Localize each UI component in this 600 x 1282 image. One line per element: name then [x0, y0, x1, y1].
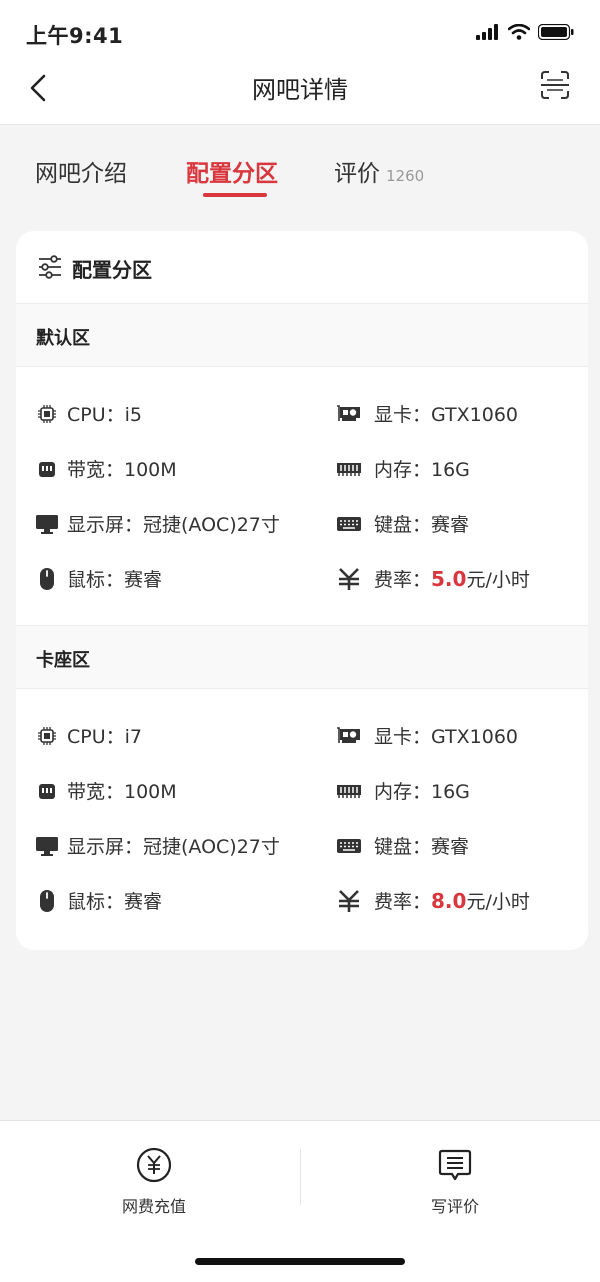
spec-monitor-text: 显示屏：冠捷(AOC)27寸 [67, 514, 280, 536]
top-bar: 上午9:41 网吧详情 [0, 0, 600, 125]
config-card: 配置分区 默认区 CPU：i5 显卡：GTX1060 带宽：100M 内存：16… [16, 231, 588, 950]
cpu-icon [38, 404, 56, 423]
network-card-icon [39, 783, 55, 799]
spec-gpu: 显卡：GTX1060 [336, 400, 518, 427]
yuan-circle-icon [136, 1147, 172, 1183]
review-count: 1260 [386, 167, 425, 185]
spec-keyboard-text: 键盘：赛睿 [374, 836, 470, 858]
spec-rate-value: 8.0 [431, 888, 467, 913]
zone-header: 卡座区 [16, 626, 588, 689]
scan-icon[interactable] [540, 70, 570, 100]
spec-rate: 费率： 5.0 元/小时 [336, 565, 530, 592]
monitor-icon [36, 836, 58, 856]
nav-bar: 网吧详情 [0, 60, 600, 116]
spec-memory: 内存：16G [336, 455, 470, 482]
zone-specs: CPU：i7 显卡：GTX1060 带宽：100M 内存：16G 显示屏：冠捷(… [16, 689, 588, 947]
spec-memory: 内存：16G [336, 777, 470, 804]
tab-reviews-label: 评价 [334, 161, 380, 187]
home-indicator [195, 1258, 405, 1265]
graphics-card-icon [337, 404, 360, 421]
spec-rate-label: 费率： [374, 891, 432, 913]
system-icons [476, 24, 574, 40]
spec-monitor: 显示屏：冠捷(AOC)27寸 [36, 832, 280, 859]
card-header: 配置分区 [16, 231, 588, 304]
memory-icon [337, 784, 361, 798]
spec-bandwidth-text: 带宽：100M [67, 781, 177, 803]
spec-mouse: 鼠标：赛睿 [36, 565, 162, 592]
spec-mouse-text: 鼠标：赛睿 [67, 569, 163, 591]
spec-gpu-text: 显卡：GTX1060 [374, 726, 519, 748]
status-time: 上午9:41 [26, 24, 124, 48]
spec-memory-text: 内存：16G [374, 781, 470, 803]
zone-header: 默认区 [16, 304, 588, 367]
message-icon [438, 1149, 472, 1181]
spec-monitor-text: 显示屏：冠捷(AOC)27寸 [67, 836, 280, 858]
spec-keyboard: 键盘：赛睿 [336, 510, 469, 537]
signal-icon [476, 24, 498, 40]
tab-intro[interactable]: 网吧介绍 [35, 154, 127, 188]
network-card-icon [39, 461, 55, 477]
recharge-label: 网费充值 [121, 1197, 186, 1216]
spec-bandwidth: 带宽：100M [36, 455, 177, 482]
zone-specs: CPU：i5 显卡：GTX1060 带宽：100M 内存：16G 显示屏：冠捷(… [16, 367, 588, 626]
spec-rate: 费率： 8.0 元/小时 [336, 887, 530, 914]
divider [300, 1149, 301, 1205]
spec-bandwidth-text: 带宽：100M [67, 459, 177, 481]
memory-icon [337, 462, 361, 476]
tab-bar: 网吧介绍 配置分区 评价 1260 [0, 124, 600, 224]
zone-name: 默认区 [36, 328, 90, 349]
spec-mouse-text: 鼠标：赛睿 [67, 891, 163, 913]
settings-sliders-icon [39, 255, 61, 279]
keyboard-icon [337, 516, 361, 531]
zone-name: 卡座区 [36, 650, 90, 671]
spec-rate-label: 费率： [374, 569, 432, 591]
spec-rate-unit: 元/小时 [466, 891, 530, 913]
tab-config[interactable]: 配置分区 [186, 154, 278, 188]
spec-cpu: CPU：i7 [36, 722, 142, 749]
monitor-icon [36, 514, 58, 534]
spec-monitor: 显示屏：冠捷(AOC)27寸 [36, 510, 280, 537]
battery-icon [538, 24, 574, 40]
keyboard-icon [337, 838, 361, 853]
wifi-icon [508, 24, 530, 40]
spec-cpu-text: CPU：i7 [67, 726, 142, 748]
graphics-card-icon [337, 726, 360, 743]
status-bar: 上午9:41 [0, 0, 600, 60]
mouse-icon [40, 889, 54, 912]
recharge-button[interactable]: 网费充值 [4, 1147, 304, 1217]
yuan-icon [339, 567, 359, 590]
spec-gpu-text: 显卡：GTX1060 [374, 404, 519, 426]
tab-reviews[interactable]: 评价 1260 [334, 154, 424, 188]
write-review-label: 写评价 [430, 1197, 479, 1216]
mouse-icon [40, 567, 54, 590]
spec-keyboard-text: 键盘：赛睿 [374, 514, 470, 536]
card-title: 配置分区 [72, 258, 152, 282]
spec-rate-unit: 元/小时 [466, 569, 530, 591]
active-tab-indicator [203, 193, 267, 197]
spec-bandwidth: 带宽：100M [36, 777, 177, 804]
spec-rate-value: 5.0 [431, 566, 467, 591]
write-review-button[interactable]: 写评价 [305, 1147, 600, 1217]
spec-cpu: CPU：i5 [36, 400, 142, 427]
spec-mouse: 鼠标：赛睿 [36, 887, 162, 914]
spec-memory-text: 内存：16G [374, 459, 470, 481]
spec-gpu: 显卡：GTX1060 [336, 722, 518, 749]
yuan-icon [339, 889, 359, 912]
spec-cpu-text: CPU：i5 [67, 404, 142, 426]
spec-keyboard: 键盘：赛睿 [336, 832, 469, 859]
cpu-icon [38, 726, 56, 745]
page-title: 网吧详情 [252, 76, 348, 104]
